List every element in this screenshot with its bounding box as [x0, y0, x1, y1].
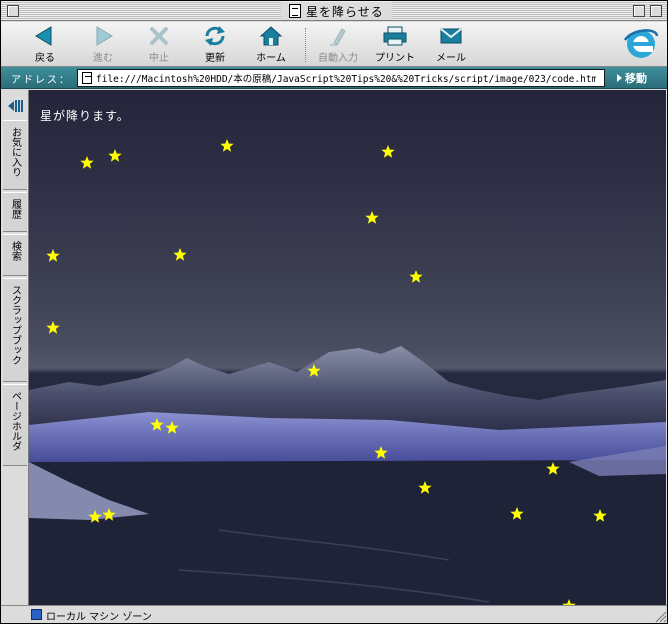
forward-label: 進む [93, 53, 113, 64]
star [381, 145, 395, 158]
tab-favorites[interactable]: お気に入り [3, 120, 27, 190]
printer-icon [383, 26, 407, 46]
address-bar: アドレス： 移動 [1, 67, 667, 89]
window-title-wrap: 星を降らせる [281, 2, 392, 20]
forward-arrow-icon [96, 26, 113, 46]
tab-history-label: 履歴 [9, 199, 21, 219]
status-bar: ローカル マシン ゾーン [1, 605, 667, 623]
star [365, 211, 379, 224]
refresh-label: 更新 [205, 53, 225, 64]
forward-button[interactable]: 進む [75, 25, 131, 65]
go-arrow-icon [617, 74, 622, 82]
page-content: 星が降ります。 [29, 90, 666, 605]
star [80, 156, 94, 169]
explorer-toggle-icon[interactable] [6, 98, 24, 114]
toolbar: 戻る 進む 中止 更新 ホーム 自動入力 プリント メール [1, 22, 667, 67]
resize-grip-icon[interactable] [653, 609, 667, 623]
tab-search[interactable]: 検索 [3, 234, 27, 276]
mail-label: メール [436, 53, 466, 64]
tab-scrapbook-label: スクラップブック [9, 285, 21, 365]
collapse-box[interactable] [650, 5, 662, 17]
zoom-box[interactable] [633, 5, 645, 17]
star [173, 248, 187, 261]
security-zone-text: ローカル マシン ゾーン [46, 612, 152, 623]
back-button[interactable]: 戻る [17, 25, 73, 65]
autofill-icon [330, 28, 346, 46]
print-label: プリント [375, 53, 415, 64]
home-button[interactable]: ホーム [243, 25, 299, 65]
stop-label: 中止 [149, 53, 169, 64]
go-label: 移動 [625, 72, 647, 85]
address-field[interactable] [77, 69, 605, 87]
explorer-bar: お気に入り 履歴 検索 スクラップブック ページホルダ [1, 90, 29, 605]
back-label: 戻る [35, 53, 55, 64]
autofill-label: 自動入力 [318, 53, 358, 64]
tab-history[interactable]: 履歴 [3, 192, 27, 232]
stop-icon [150, 27, 168, 45]
background-landscape [29, 139, 666, 605]
tab-page-holder-label: ページホルダ [9, 391, 21, 451]
stop-button[interactable]: 中止 [131, 25, 187, 65]
star [46, 321, 60, 334]
tab-search-label: 検索 [9, 241, 21, 261]
close-box[interactable] [7, 5, 19, 17]
page-caption: 星が降ります。 [40, 109, 130, 123]
ie-logo-icon [623, 29, 659, 58]
print-button[interactable]: プリント [367, 25, 423, 65]
mail-icon [440, 28, 462, 44]
security-zone-icon [31, 609, 42, 620]
tab-scrapbook[interactable]: スクラップブック [3, 278, 27, 382]
go-button[interactable]: 移動 [617, 70, 647, 86]
window-title: 星を降らせる [306, 4, 384, 19]
refresh-icon [205, 26, 225, 46]
back-arrow-icon [35, 26, 52, 46]
document-icon [289, 4, 301, 18]
star [409, 270, 423, 283]
tab-favorites-label: お気に入り [9, 127, 21, 177]
tab-page-holder[interactable]: ページホルダ [3, 384, 27, 466]
star [220, 139, 234, 152]
toolbar-separator [305, 28, 307, 62]
autofill-button[interactable]: 自動入力 [310, 25, 366, 65]
home-icon [259, 26, 283, 46]
star [46, 249, 60, 262]
star [108, 149, 122, 162]
address-input[interactable] [96, 72, 596, 84]
title-bar[interactable]: 星を降らせる [1, 1, 667, 21]
browser-window: 星を降らせる 戻る 進む 中止 更新 ホーム 自動入力 プリント メール アドレ… [0, 0, 668, 624]
home-label: ホーム [256, 53, 286, 64]
refresh-button[interactable]: 更新 [187, 25, 243, 65]
mail-button[interactable]: メール [423, 25, 479, 65]
address-label: アドレス： [11, 75, 71, 86]
page-document-icon [82, 72, 92, 84]
